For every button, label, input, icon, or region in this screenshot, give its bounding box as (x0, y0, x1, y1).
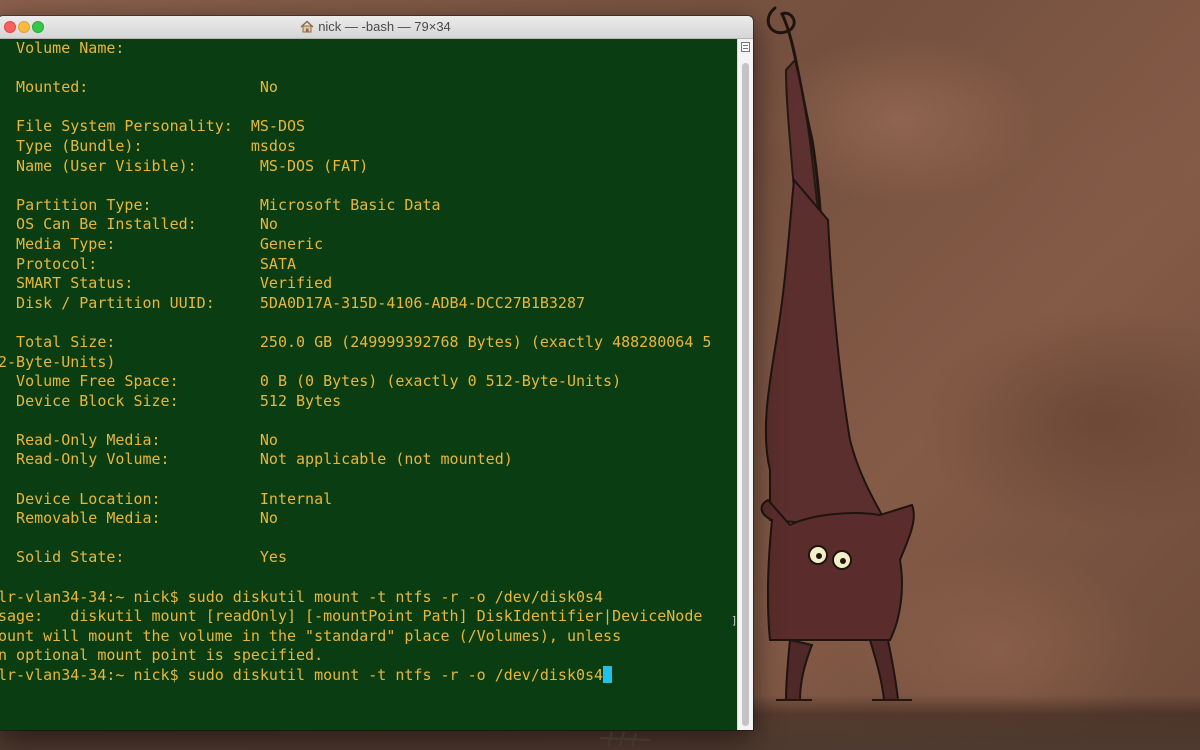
terminal-line: Name (User Visible): MS-DOS (FAT) (16, 156, 369, 175)
title-bar[interactable]: nick — -bash — 79×34 (0, 16, 753, 39)
terminal-line: Device Block Size: 512 Bytes (16, 391, 342, 410)
terminal-line: Removable Media: No (16, 509, 278, 528)
terminal-line: Read-Only Volume: Not applicable (not mo… (16, 450, 513, 469)
terminal-line: OS Can Be Installed: No (16, 215, 278, 234)
terminal-line: Volume Free Space: 0 B (0 Bytes) (exactl… (16, 372, 622, 391)
terminal-line: 2-Byte-Units) (0, 352, 116, 371)
scrollbar-thumb[interactable] (742, 63, 749, 726)
home-icon (300, 20, 314, 33)
terminal-line: Mounted: No (16, 78, 278, 97)
window-title: nick — -bash — 79×34 (0, 19, 753, 34)
terminal-content[interactable]: Volume Name: Mounted: No File System Per… (0, 39, 736, 730)
terminal-output: Volume Name: Mounted: No File System Per… (0, 39, 711, 686)
terminal-line: n optional mount point is specified. (0, 646, 324, 665)
prompt-line: lr-vlan34-34:~ nick$ sudo diskutil mount… (0, 666, 604, 684)
terminal-line: Partition Type: Microsoft Basic Data (16, 195, 441, 214)
terminal-line: ount will mount the volume in the "stand… (0, 626, 622, 645)
terminal-line: Disk / Partition UUID: 5DA0D17A-315D-410… (16, 293, 585, 312)
terminal-line: Media Type: Generic (16, 234, 324, 253)
terminal-line: lr-vlan34-34:~ nick$ sudo diskutil mount… (0, 587, 604, 606)
terminal-line: Solid State: Yes (16, 548, 287, 567)
terminal-line: File System Personality: MS-DOS (16, 117, 306, 136)
terminal-line: Total Size: 250.0 GB (249999392768 Bytes… (16, 332, 712, 351)
scrollbar[interactable] (737, 39, 753, 730)
split-pane-icon[interactable] (741, 42, 750, 52)
terminal-line: Read-Only Media: No (16, 430, 278, 449)
text-cursor (603, 666, 613, 683)
terminal-line: SMART Status: Verified (16, 274, 333, 293)
bracket-mark: ] (731, 614, 738, 627)
terminal-line: Volume Name: (16, 39, 125, 57)
terminal-window: nick — -bash — 79×34 Volume Name: Mounte… (0, 16, 753, 730)
terminal-line: sage: diskutil mount [readOnly] [-mountP… (0, 607, 703, 626)
window-title-text: nick — -bash — 79×34 (318, 19, 451, 34)
terminal-line: Type (Bundle): msdos (16, 136, 297, 155)
terminal-line: Device Location: Internal (16, 489, 333, 508)
terminal-line: Protocol: SATA (16, 254, 297, 273)
